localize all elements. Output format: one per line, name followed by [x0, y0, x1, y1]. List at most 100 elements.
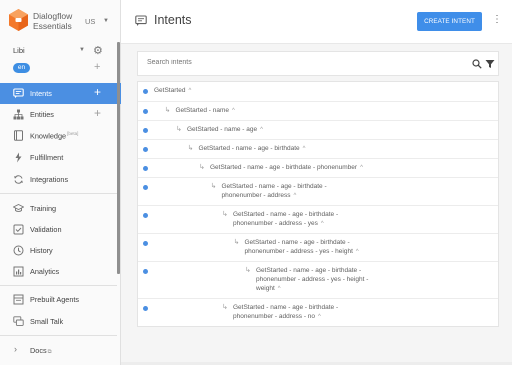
- intent-row[interactable]: ↳ GetStarted - name ^: [138, 101, 498, 120]
- sidebar-item-analytics[interactable]: Analytics: [0, 261, 121, 282]
- sidebar-item-history[interactable]: History: [0, 240, 121, 261]
- language-row: en +: [0, 61, 121, 76]
- agent-selector[interactable]: Libi ▼ ⚙: [0, 44, 121, 58]
- intent-name-line: GetStarted - name - age: [187, 126, 258, 133]
- intent-name-line: GetStarted - name - age - birthdate -: [221, 183, 327, 190]
- child-arrow-icon: ↳: [210, 183, 217, 190]
- intent-name-line: phonenumber - address - yes: [233, 220, 318, 227]
- intent-name-line: GetStarted - name - age - birthdate: [198, 145, 300, 152]
- sidebar-item-label: Entities: [30, 110, 54, 119]
- search-input[interactable]: [147, 59, 447, 66]
- intent-name-line: GetStarted - name: [175, 107, 229, 114]
- intent-name[interactable]: GetStarted - name - age - birthdate - pho…: [222, 182, 327, 201]
- collapse-caret-icon[interactable]: ^: [188, 88, 191, 94]
- knowledge-label: Knowledge: [30, 131, 67, 141]
- agent-name[interactable]: Libi: [13, 46, 25, 55]
- sidebar: Dialogflow Essentials US ▼ Libi ▼ ⚙ en +…: [0, 0, 121, 365]
- docs-label: Docs: [30, 346, 47, 355]
- sidebar-item-validation[interactable]: Validation: [0, 219, 121, 240]
- child-arrow-icon: ↳: [187, 145, 194, 152]
- add-entity-icon[interactable]: +: [94, 107, 101, 119]
- intent-row[interactable]: ↳ GetStarted - name - age - birthdate - ph…: [138, 177, 498, 205]
- brand[interactable]: Dialogflow Essentials US ▼: [9, 9, 117, 35]
- intent-name[interactable]: GetStarted - name - age - birthdate - pho…: [256, 266, 368, 294]
- search-icon[interactable]: [472, 59, 482, 69]
- collapse-caret-icon[interactable]: ^: [356, 249, 359, 255]
- intent-row[interactable]: ↳ GetStarted - name - age ^: [138, 120, 498, 139]
- intent-name-line: GetStarted - name - age - birthdate - ph…: [210, 164, 358, 171]
- sidebar-item-prebuilt-agents[interactable]: Prebuilt Agents: [0, 289, 121, 310]
- create-intent-button[interactable]: CREATE INTENT: [417, 12, 482, 31]
- collapse-caret-icon[interactable]: ^: [360, 165, 363, 171]
- intent-name[interactable]: GetStarted - name ^: [176, 106, 235, 116]
- intent-name[interactable]: GetStarted ^: [154, 86, 191, 96]
- sidebar-item-label: Training: [30, 204, 57, 213]
- collapse-caret-icon[interactable]: ^: [260, 127, 263, 133]
- page-title: Intents: [154, 13, 192, 27]
- lightning-icon: [15, 152, 22, 163]
- sidebar-item-training[interactable]: Training: [0, 198, 121, 219]
- sidebar-item-integrations[interactable]: Integrations: [0, 169, 121, 190]
- sidebar-item-entities[interactable]: Entities +: [0, 104, 121, 125]
- intent-row[interactable]: ↳ GetStarted - name - age - birthdate - ph…: [138, 298, 498, 326]
- collapse-caret-icon[interactable]: ^: [318, 314, 321, 320]
- intent-row[interactable]: ↳ GetStarted - name - age - birthdate - ph…: [138, 205, 498, 233]
- divider: [0, 335, 117, 336]
- sidebar-item-label: Knowledge[beta]: [30, 131, 78, 140]
- intent-name-line: phonenumber - address - yes - height: [244, 248, 353, 255]
- intent-name-line: GetStarted - name - age - birthdate -: [233, 211, 339, 218]
- sidebar-item-small-talk[interactable]: Small Talk: [0, 311, 121, 332]
- intent-name[interactable]: GetStarted - name - age - birthdate - pho…: [245, 238, 359, 257]
- chevron-down-icon[interactable]: ▼: [103, 18, 109, 24]
- dialogflow-logo-icon: [9, 9, 28, 31]
- external-link-icon: ⧉: [47, 349, 52, 355]
- intent-name-line: GetStarted - name - age - birthdate -: [233, 304, 339, 311]
- more-vert-icon[interactable]: ⋮: [492, 14, 502, 25]
- chat-icon: [13, 88, 24, 99]
- sidebar-item-docs[interactable]: › Docs⧉: [0, 340, 121, 361]
- intent-name[interactable]: GetStarted - name - age - birthdate - pho…: [233, 210, 338, 229]
- intent-name-line: GetStarted: [154, 87, 186, 94]
- intent-status-dot: [143, 166, 148, 171]
- intent-row[interactable]: GetStarted ^: [138, 82, 498, 101]
- checkbox-icon: [13, 224, 24, 235]
- child-arrow-icon: ↳: [164, 107, 171, 114]
- brand-name: Dialogflow Essentials: [33, 11, 72, 31]
- intent-status-dot: [143, 185, 148, 190]
- sidebar-scrollbar[interactable]: [117, 42, 120, 274]
- sidebar-item-knowledge[interactable]: Knowledge[beta]: [0, 125, 121, 146]
- intent-row[interactable]: ↳ GetStarted - name - age - birthdate - p…: [138, 158, 498, 177]
- collapse-caret-icon[interactable]: ^: [232, 108, 235, 114]
- intent-row[interactable]: ↳ GetStarted - name - age - birthdate - ph…: [138, 261, 498, 298]
- region-selector[interactable]: US: [85, 17, 95, 26]
- gear-icon[interactable]: ⚙: [93, 44, 103, 57]
- add-language-icon[interactable]: +: [94, 61, 100, 73]
- language-badge[interactable]: en: [13, 63, 30, 73]
- intent-status-dot: [143, 89, 148, 94]
- intent-name[interactable]: GetStarted - name - age - birthdate - ph…: [210, 163, 363, 173]
- intent-row[interactable]: ↳ GetStarted - name - age - birthdate ^: [138, 139, 498, 158]
- brand-line-2: Essentials: [33, 21, 72, 31]
- collapse-caret-icon[interactable]: ^: [294, 193, 297, 199]
- intent-status-dot: [143, 128, 148, 133]
- sidebar-item-fulfillment[interactable]: Fulfillment: [0, 147, 121, 168]
- intent-name[interactable]: GetStarted - name - age ^: [187, 125, 263, 135]
- intent-name[interactable]: GetStarted - name - age - birthdate - pho…: [233, 303, 338, 322]
- add-intent-icon[interactable]: +: [94, 86, 101, 98]
- brand-line-1: Dialogflow: [33, 11, 73, 21]
- book-icon: [14, 130, 23, 141]
- collapse-caret-icon[interactable]: ^: [321, 221, 324, 227]
- chat-bubbles-icon: [13, 316, 24, 326]
- collapse-caret-icon[interactable]: ^: [278, 286, 281, 292]
- chevron-down-icon[interactable]: ▼: [79, 47, 85, 53]
- collapse-caret-icon[interactable]: ^: [303, 146, 306, 152]
- sync-icon: [14, 175, 23, 184]
- graduation-cap-icon: [13, 203, 24, 212]
- sidebar-item-label: History: [30, 246, 53, 255]
- intent-name[interactable]: GetStarted - name - age - birthdate ^: [199, 144, 306, 154]
- intent-row[interactable]: ↳ GetStarted - name - age - birthdate - ph…: [138, 233, 498, 261]
- child-arrow-icon: ↳: [233, 239, 240, 246]
- sidebar-item-intents[interactable]: Intents +: [0, 83, 121, 104]
- filter-icon[interactable]: [485, 59, 495, 69]
- sidebar-item-label: Fulfillment: [30, 153, 64, 162]
